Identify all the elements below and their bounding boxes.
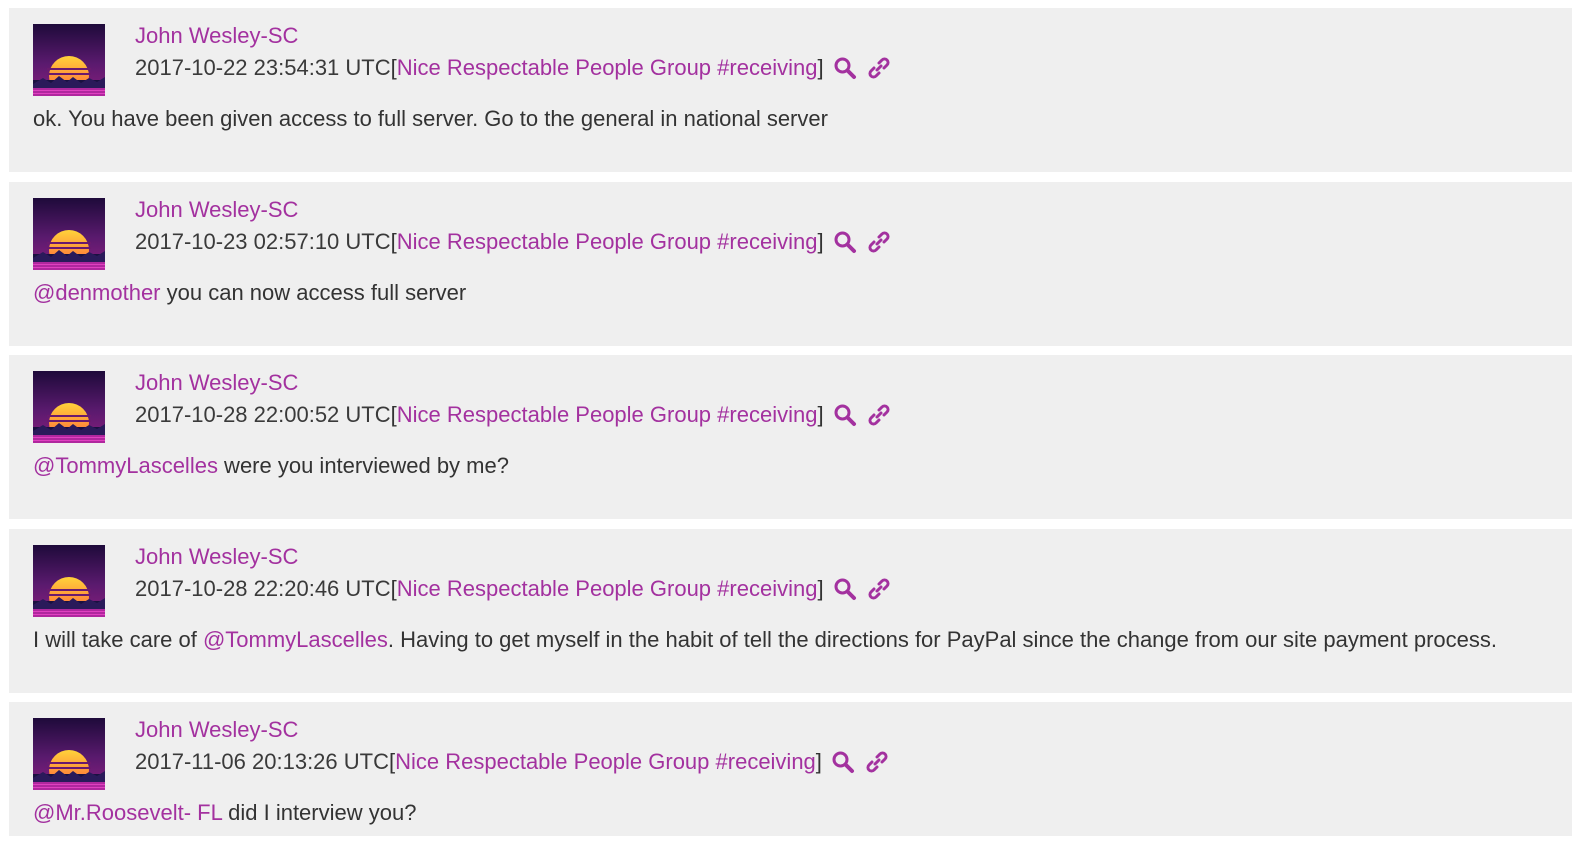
- message-body: @TommyLascelles were you interviewed by …: [33, 451, 509, 481]
- message-meta: 2017-10-28 22:00:52 UTC [Nice Respectabl…: [135, 400, 892, 430]
- bracket-close: ]: [817, 576, 824, 601]
- avatar[interactable]: [33, 24, 105, 96]
- author-name[interactable]: John Wesley-SC: [135, 21, 298, 51]
- channel-link[interactable]: Nice Respectable People Group #receiving: [395, 747, 816, 777]
- message-card: John Wesley-SC 2017-10-28 22:00:52 UTC […: [9, 355, 1572, 519]
- user-mention[interactable]: @TommyLascelles: [33, 453, 218, 478]
- sunset-avatar-icon: [33, 371, 105, 443]
- link-icon[interactable]: [866, 55, 892, 81]
- author-name[interactable]: John Wesley-SC: [135, 195, 298, 225]
- avatar[interactable]: [33, 545, 105, 617]
- message-body: I will take care of @TommyLascelles. Hav…: [33, 625, 1497, 655]
- search-icon[interactable]: [832, 229, 858, 255]
- bracket-close: ]: [817, 229, 824, 254]
- message-text: you can now access full server: [160, 280, 467, 305]
- link-icon[interactable]: [866, 229, 892, 255]
- link-icon[interactable]: [866, 402, 892, 428]
- sunset-avatar-icon: [33, 545, 105, 617]
- message-meta: 2017-10-23 02:57:10 UTC [Nice Respectabl…: [135, 227, 892, 257]
- search-icon[interactable]: [830, 749, 856, 775]
- avatar[interactable]: [33, 198, 105, 270]
- message-card: John Wesley-SC 2017-10-28 22:20:46 UTC […: [9, 529, 1572, 693]
- message-body: @denmother you can now access full serve…: [33, 278, 466, 308]
- channel-link[interactable]: Nice Respectable People Group #receiving: [397, 227, 818, 257]
- bracket-close: ]: [817, 402, 824, 427]
- user-mention[interactable]: @TommyLascelles: [203, 627, 388, 652]
- timestamp: 2017-10-22 23:54:31 UTC: [135, 55, 391, 80]
- author-name[interactable]: John Wesley-SC: [135, 368, 298, 398]
- search-icon[interactable]: [832, 55, 858, 81]
- message-card: John Wesley-SC 2017-10-22 23:54:31 UTC […: [9, 8, 1572, 172]
- message-text: . Having to get myself in the habit of t…: [387, 627, 1498, 652]
- message-card: John Wesley-SC 2017-11-06 20:13:26 UTC […: [9, 702, 1572, 836]
- timestamp: 2017-10-28 22:00:52 UTC: [135, 402, 391, 427]
- message-meta: 2017-10-22 23:54:31 UTC [Nice Respectabl…: [135, 53, 892, 83]
- search-icon[interactable]: [832, 402, 858, 428]
- message-text: ok. You have been given access to full s…: [33, 106, 828, 131]
- message-card: John Wesley-SC 2017-10-23 02:57:10 UTC […: [9, 182, 1572, 346]
- avatar[interactable]: [33, 371, 105, 443]
- timestamp: 2017-11-06 20:13:26 UTC: [135, 749, 389, 774]
- author-name[interactable]: John Wesley-SC: [135, 542, 298, 572]
- message-body: @Mr.Roosevelt- FL did I interview you?: [33, 798, 416, 828]
- message-body: ok. You have been given access to full s…: [33, 104, 828, 134]
- message-text: I will take care of: [33, 627, 203, 652]
- channel-link[interactable]: Nice Respectable People Group #receiving: [397, 574, 818, 604]
- search-icon[interactable]: [832, 576, 858, 602]
- avatar[interactable]: [33, 718, 105, 790]
- bracket-close: ]: [815, 749, 822, 774]
- sunset-avatar-icon: [33, 24, 105, 96]
- channel-link[interactable]: Nice Respectable People Group #receiving: [397, 53, 818, 83]
- message-meta: 2017-10-28 22:20:46 UTC [Nice Respectabl…: [135, 574, 892, 604]
- author-name[interactable]: John Wesley-SC: [135, 715, 298, 745]
- user-mention[interactable]: @Mr.Roosevelt- FL: [33, 800, 222, 825]
- bracket-close: ]: [817, 55, 824, 80]
- sunset-avatar-icon: [33, 718, 105, 790]
- user-mention[interactable]: @denmother: [33, 280, 161, 305]
- link-icon[interactable]: [864, 749, 890, 775]
- sunset-avatar-icon: [33, 198, 105, 270]
- timestamp: 2017-10-23 02:57:10 UTC: [135, 229, 391, 254]
- message-text: were you interviewed by me?: [217, 453, 509, 478]
- message-text: did I interview you?: [222, 800, 417, 825]
- channel-link[interactable]: Nice Respectable People Group #receiving: [397, 400, 818, 430]
- timestamp: 2017-10-28 22:20:46 UTC: [135, 576, 391, 601]
- link-icon[interactable]: [866, 576, 892, 602]
- message-meta: 2017-11-06 20:13:26 UTC [Nice Respectabl…: [135, 747, 890, 777]
